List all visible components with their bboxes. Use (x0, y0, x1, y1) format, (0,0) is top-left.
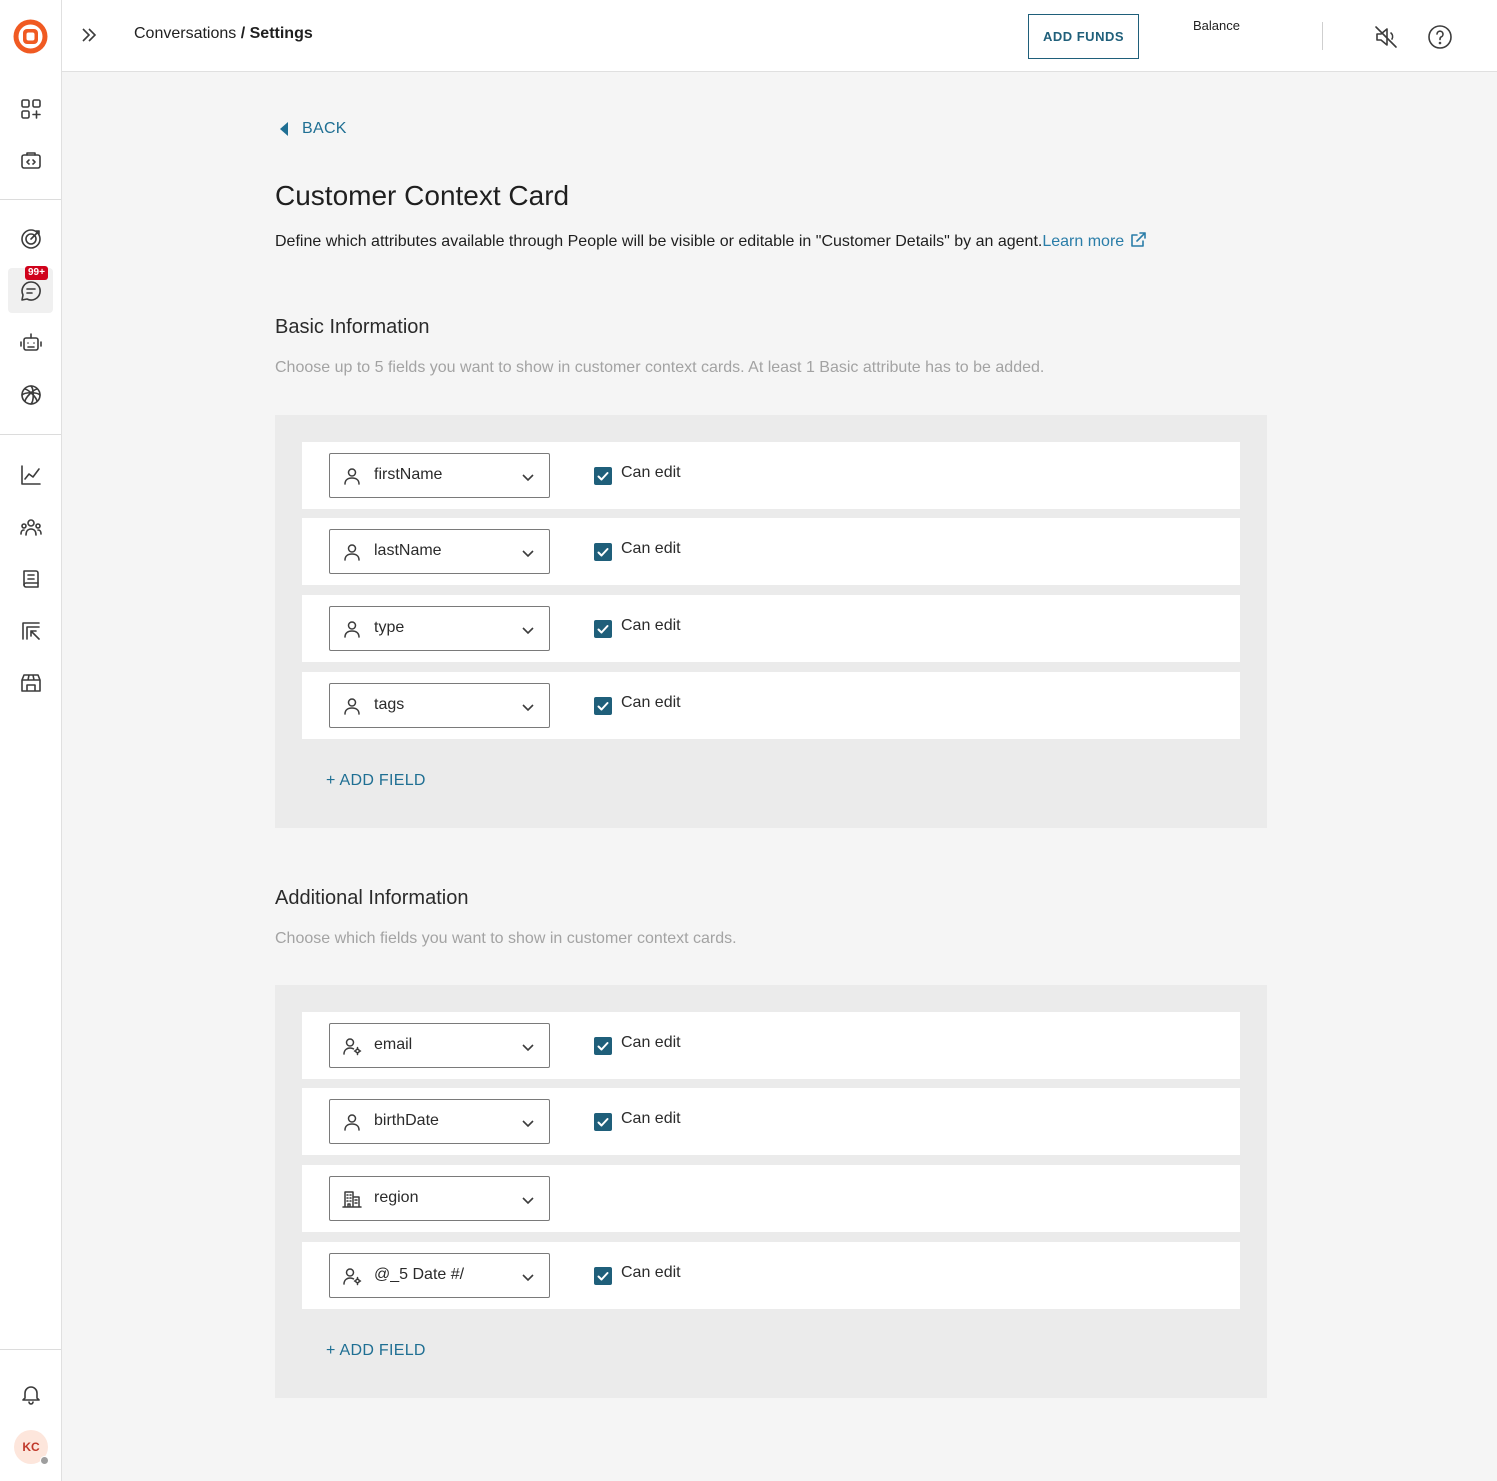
store-icon[interactable] (8, 660, 53, 705)
can-edit-checkbox[interactable] (594, 697, 612, 715)
person-icon (342, 466, 362, 486)
field-row: @_5 Date #/ Can edit (302, 1242, 1240, 1309)
attribute-select[interactable]: firstName (329, 453, 550, 498)
page-title: Customer Context Card (275, 180, 570, 211)
page-description: Define which attributes available throug… (275, 231, 1147, 251)
additional-add-field-button[interactable]: + ADD FIELD (326, 1342, 426, 1360)
analytics-icon[interactable] (8, 452, 53, 497)
chevron-down-icon (521, 1116, 535, 1130)
chevron-down-icon (521, 623, 535, 637)
breadcrumb-separator: / (236, 25, 250, 42)
can-edit-label[interactable]: Can edit (621, 694, 681, 712)
additional-section-subtitle: Choose which fields you want to show in … (275, 930, 737, 947)
breadcrumb-parent[interactable]: Conversations (134, 25, 236, 42)
can-edit-checkbox[interactable] (594, 543, 612, 561)
developer-icon[interactable] (8, 138, 53, 183)
can-edit-label[interactable]: Can edit (621, 1264, 681, 1282)
field-row: email Can edit (302, 1012, 1240, 1079)
person-icon (342, 696, 362, 716)
can-edit-label[interactable]: Can edit (621, 1034, 681, 1052)
attribute-select[interactable]: region (329, 1176, 550, 1221)
apps-icon[interactable] (8, 86, 53, 131)
back-link[interactable]: BACK (280, 120, 347, 138)
attribute-select-value: lastName (374, 542, 442, 559)
can-edit-label[interactable]: Can edit (621, 617, 681, 635)
bot-icon[interactable] (8, 320, 53, 365)
notification-badge: 99+ (25, 266, 48, 280)
chevron-down-icon (521, 546, 535, 560)
sound-muted-icon[interactable] (1373, 24, 1399, 50)
attribute-select-value: tags (374, 696, 405, 713)
ai-icon[interactable] (8, 372, 53, 417)
add-funds-button[interactable]: ADD FUNDS (1028, 14, 1139, 59)
person-settings-icon (342, 1036, 362, 1056)
can-edit-label[interactable]: Can edit (621, 464, 681, 482)
field-row: tags Can edit (302, 672, 1240, 739)
basic-add-field-button[interactable]: + ADD FIELD (326, 772, 426, 790)
attribute-select-value: region (374, 1189, 419, 1206)
additional-fields-panel: email Can edit birthDate Can edit region @_5 … (275, 985, 1267, 1398)
help-icon[interactable] (1427, 24, 1453, 50)
attribute-select[interactable]: email (329, 1023, 550, 1068)
target-icon[interactable] (8, 216, 53, 261)
field-row: birthDate Can edit (302, 1088, 1240, 1155)
description-text: Define which attributes available throug… (275, 233, 1043, 250)
can-edit-label[interactable]: Can edit (621, 540, 681, 558)
people-icon[interactable] (8, 504, 53, 549)
knowledge-icon[interactable] (8, 556, 53, 601)
chevron-down-icon (521, 700, 535, 714)
chevron-down-icon (521, 1193, 535, 1207)
basic-section-subtitle: Choose up to 5 fields you want to show i… (275, 359, 1045, 376)
attribute-select[interactable]: type (329, 606, 550, 651)
attribute-select[interactable]: lastName (329, 529, 550, 574)
can-edit-checkbox[interactable] (594, 620, 612, 638)
campaigns-icon[interactable] (8, 608, 53, 653)
back-label: BACK (302, 120, 347, 137)
attribute-select-value: email (374, 1036, 413, 1053)
attribute-select-value: birthDate (374, 1112, 439, 1129)
balance-label: Balance (1193, 18, 1240, 33)
field-row: region (302, 1165, 1240, 1232)
attribute-select[interactable]: @_5 Date #/ (329, 1253, 550, 1298)
can-edit-checkbox[interactable] (594, 1267, 612, 1285)
basic-section-title: Basic Information (275, 316, 430, 338)
attribute-select-value: type (374, 619, 405, 636)
expand-sidebar-icon[interactable] (78, 24, 100, 46)
field-row: lastName Can edit (302, 518, 1240, 585)
can-edit-label[interactable]: Can edit (621, 1110, 681, 1128)
chevron-down-icon (521, 1270, 535, 1284)
person-icon (342, 1112, 362, 1132)
top-header: Conversations / Settings ADD FUNDS Balan… (62, 0, 1497, 72)
chevron-down-icon (521, 470, 535, 484)
field-row: firstName Can edit (302, 442, 1240, 509)
header-divider (1322, 22, 1323, 50)
attribute-select-value: @_5 Date #/ (374, 1266, 465, 1283)
presence-status-dot (40, 1456, 49, 1465)
breadcrumb: Conversations / Settings (134, 25, 313, 43)
can-edit-checkbox[interactable] (594, 1037, 612, 1055)
bell-icon[interactable] (8, 1371, 53, 1416)
person-icon (342, 542, 362, 562)
basic-fields-panel: firstName Can edit lastName Can edit type Can… (275, 415, 1267, 828)
additional-section-title: Additional Information (275, 887, 469, 909)
app-logo-icon[interactable] (12, 18, 49, 55)
field-row: type Can edit (302, 595, 1240, 662)
sidebar: 99+ KC (0, 0, 62, 1481)
can-edit-checkbox[interactable] (594, 1113, 612, 1131)
learn-more-link[interactable]: Learn more (1042, 231, 1147, 250)
breadcrumb-current: Settings (249, 25, 313, 42)
external-link-icon (1129, 231, 1147, 249)
attribute-select[interactable]: tags (329, 683, 550, 728)
can-edit-checkbox[interactable] (594, 467, 612, 485)
chevron-down-icon (521, 1040, 535, 1054)
back-arrow-icon (280, 122, 288, 136)
person-icon (342, 619, 362, 639)
person-settings-icon (342, 1266, 362, 1286)
attribute-select-value: firstName (374, 466, 443, 483)
company-icon (342, 1189, 362, 1209)
attribute-select[interactable]: birthDate (329, 1099, 550, 1144)
